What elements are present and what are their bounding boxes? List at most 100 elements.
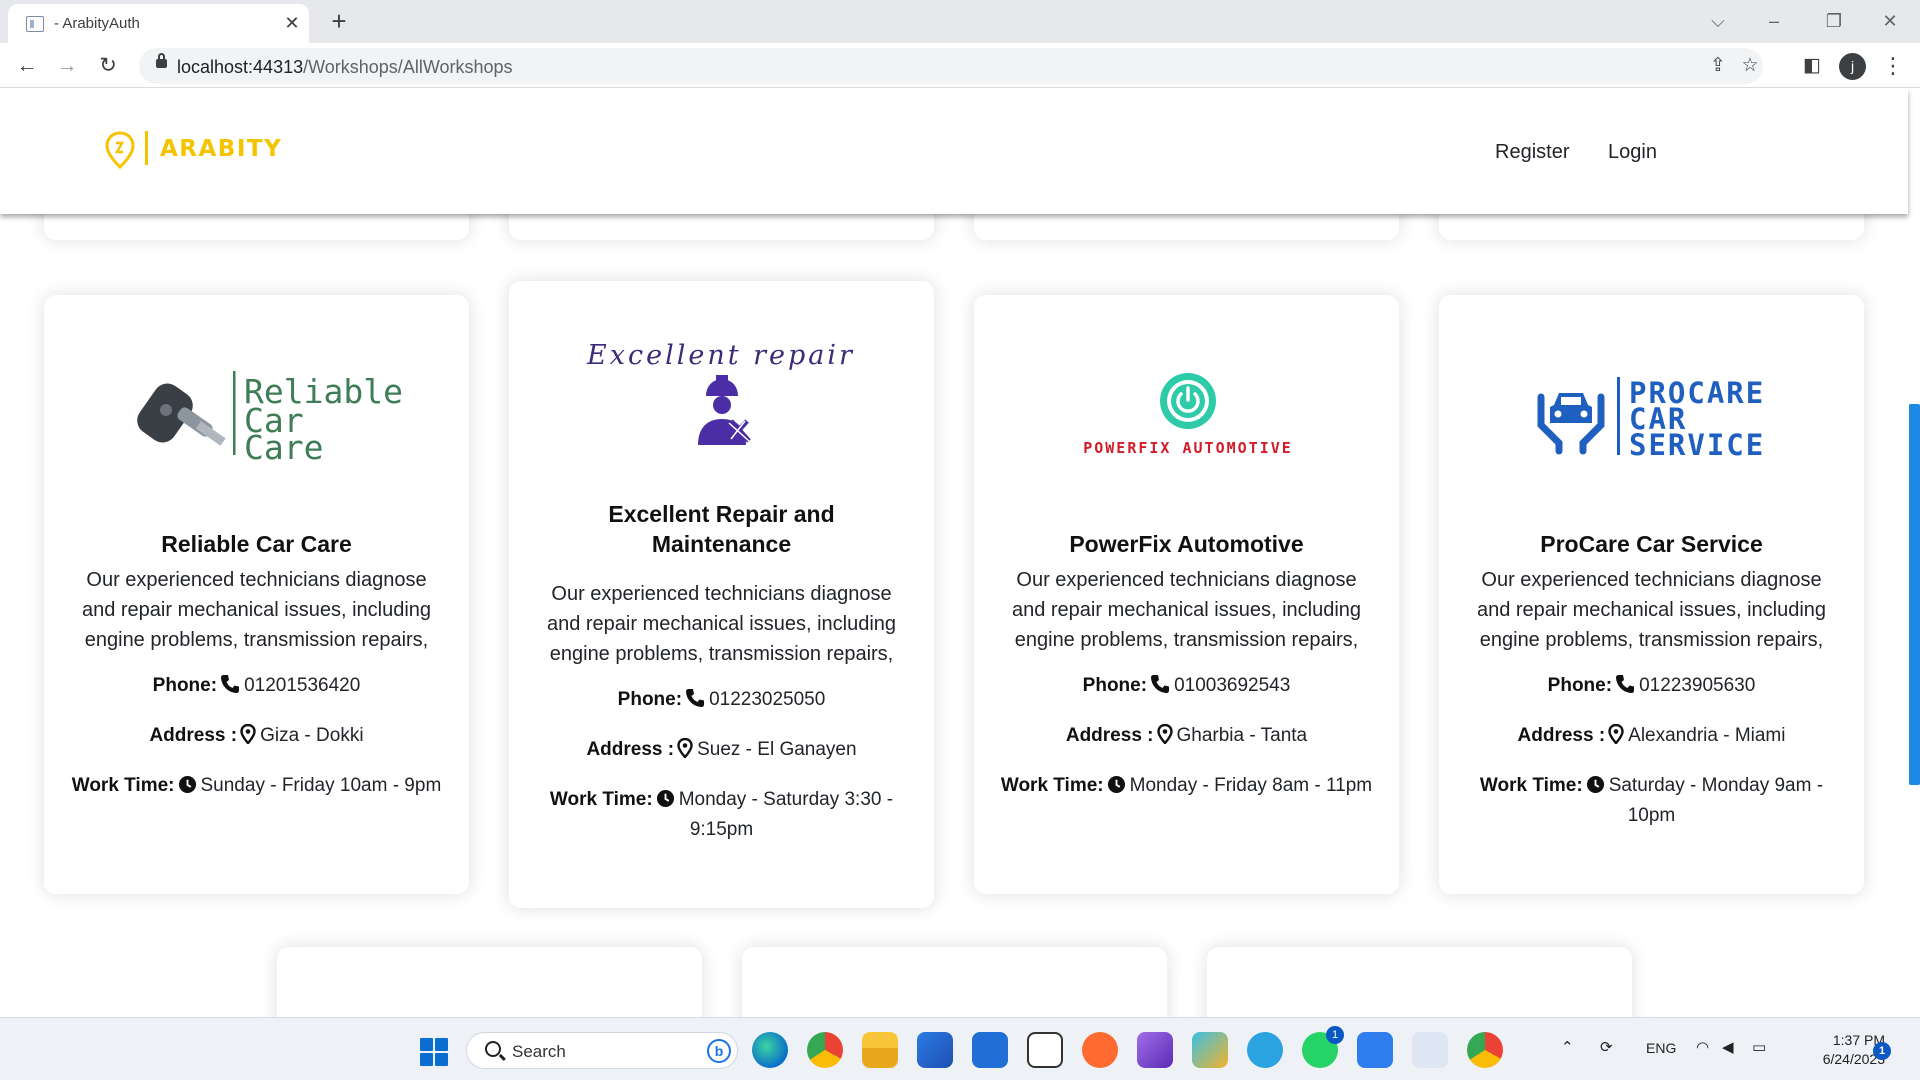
volume-icon[interactable]: ◀ xyxy=(1722,1038,1734,1056)
phone-icon xyxy=(1151,675,1170,693)
minimize-button[interactable]: – xyxy=(1751,6,1797,36)
url-text[interactable]: localhost:44313/Workshops/AllWorkshops xyxy=(177,57,513,78)
share-icon[interactable]: ⇪ xyxy=(1705,53,1731,79)
microsoft-store-icon[interactable] xyxy=(917,1032,953,1068)
sync-icon[interactable]: ⟳ xyxy=(1600,1038,1613,1056)
close-window-button[interactable]: ✕ xyxy=(1867,6,1913,36)
svg-text:Care: Care xyxy=(244,428,323,467)
reload-button[interactable]: ↻ xyxy=(94,52,122,80)
location-pin-icon xyxy=(240,724,256,744)
lock-icon[interactable] xyxy=(156,53,167,68)
workshop-phone: Phone: 01003692543 xyxy=(1082,675,1291,696)
windows-taskbar: Search b 1 ⌃ ⟳ ENG ◠ ◀ ▭ 1:37 PM 6/24/20… xyxy=(0,1017,1920,1080)
location-pin-icon xyxy=(1156,724,1173,744)
search-icon xyxy=(485,1041,501,1057)
workshop-logo: POWERFIX AUTOMOTIVE xyxy=(974,355,1399,495)
site-navbar: ARABITY Register Login xyxy=(0,89,1908,214)
browser-tabstrip: - ArabityAuth ✕ + ⌵ – ❐ ✕ xyxy=(0,0,1920,43)
workshop-phone: Phone: 01223025050 xyxy=(617,689,826,710)
workshop-phone: Phone: 01201536420 xyxy=(152,675,361,696)
back-button[interactable]: ← xyxy=(13,52,41,80)
page-scrollbar-thumb[interactable] xyxy=(1909,404,1920,785)
edge-browser-icon[interactable] xyxy=(752,1032,788,1068)
side-panel-icon[interactable]: ◧ xyxy=(1799,53,1825,79)
workshop-card-partial[interactable] xyxy=(742,947,1167,1017)
battery-icon[interactable]: ▭ xyxy=(1752,1038,1766,1056)
workshop-worktime: Work Time: Saturday - Monday 9am - 10pm xyxy=(1479,775,1824,826)
location-pin-icon xyxy=(1608,724,1624,744)
new-tab-button[interactable]: + xyxy=(324,7,354,37)
svg-text:SERVICE: SERVICE xyxy=(1629,428,1765,462)
workshop-card-partial[interactable] xyxy=(1207,947,1632,1017)
clock-icon xyxy=(178,775,196,794)
workshop-worktime: Work Time: Sunday - Friday 10am - 9pm xyxy=(71,775,442,796)
workshop-worktime: Work Time: Monday - Saturday 3:30 - 9:15p… xyxy=(549,789,894,840)
clock-icon xyxy=(656,789,674,808)
taskbar-search-box[interactable]: Search b xyxy=(466,1032,738,1069)
workshop-description: Our experienced technicians diagnose and… xyxy=(81,569,432,651)
logo-separator xyxy=(145,131,148,165)
notification-badge[interactable]: 1 xyxy=(1873,1042,1891,1060)
address-bar[interactable]: localhost:44313/Workshops/AllWorkshops ⇪… xyxy=(139,48,1763,84)
workshop-card-partial[interactable] xyxy=(277,947,702,1017)
windows-start-icon[interactable] xyxy=(420,1038,449,1067)
bing-icon[interactable]: b xyxy=(707,1039,731,1063)
location-pin-icon xyxy=(677,738,693,758)
workshop-card[interactable]: POWERFIX AUTOMOTIVE PowerFix Automotive … xyxy=(974,295,1399,894)
svg-text:POWERFIX AUTOMOTIVE: POWERFIX AUTOMOTIVE xyxy=(1083,439,1293,457)
blue-app-icon[interactable] xyxy=(1357,1032,1393,1068)
chrome-icon[interactable] xyxy=(807,1032,843,1068)
workshop-card[interactable]: Reliable Car Care Reliable Car Care Our … xyxy=(44,295,469,894)
page-viewport: ARABITY Register Login Reliable Car Care xyxy=(0,89,1920,1017)
workshop-logo: Reliable Car Care xyxy=(44,355,469,495)
phone-icon xyxy=(221,675,240,693)
visual-studio-icon[interactable] xyxy=(1137,1032,1173,1068)
tab-search-chevron-icon[interactable]: ⌵ xyxy=(1695,6,1741,36)
workshop-address: Address : Gharbia - Tanta xyxy=(1065,724,1308,746)
clock-time: 1:37 PM xyxy=(1832,1032,1885,1048)
workshop-name: PowerFix Automotive xyxy=(1069,531,1304,557)
page-favicon-icon xyxy=(26,16,44,32)
postman-icon[interactable] xyxy=(1082,1032,1118,1068)
network-tool-icon[interactable] xyxy=(1192,1032,1228,1068)
workshop-card[interactable]: PROCARE CAR SERVICE ProCare Car Service … xyxy=(1439,295,1864,894)
workshop-name: Reliable Car Care xyxy=(161,531,352,557)
whatsapp-icon[interactable]: 1 xyxy=(1302,1026,1344,1068)
forward-button[interactable]: → xyxy=(53,52,81,80)
workshop-phone: Phone: 01223905630 xyxy=(1547,675,1756,696)
language-indicator[interactable]: ENG xyxy=(1646,1040,1676,1056)
file-explorer-icon[interactable] xyxy=(862,1032,898,1068)
mechanic-worker-icon xyxy=(698,375,751,445)
brand-name: ARABITY xyxy=(160,136,283,162)
workshop-logo: PROCARE CAR SERVICE xyxy=(1439,355,1864,495)
browser-menu-icon[interactable]: ⋮ xyxy=(1882,52,1904,80)
workshop-description: Our experienced technicians diagnose and… xyxy=(546,583,897,665)
tray-overflow-icon[interactable]: ⌃ xyxy=(1561,1038,1574,1056)
phone-icon xyxy=(1616,675,1635,693)
login-link[interactable]: Login xyxy=(1608,141,1657,164)
taskbar-clock[interactable]: 1:37 PM 6/24/2023 xyxy=(1795,1031,1885,1069)
browser-toolbar: ← → ↻ localhost:44313/Workshops/AllWorks… xyxy=(0,43,1920,88)
register-link[interactable]: Register xyxy=(1495,141,1569,164)
workshop-logo: Excellent repair xyxy=(509,340,934,481)
profile-avatar[interactable]: j xyxy=(1839,53,1866,80)
mail-icon[interactable] xyxy=(972,1032,1008,1068)
bookmark-star-icon[interactable]: ☆ xyxy=(1737,53,1763,79)
pdf-editor-icon[interactable] xyxy=(1027,1032,1063,1068)
location-pin-logo-icon xyxy=(105,131,135,169)
browser-tab-active[interactable]: - ArabityAuth ✕ xyxy=(8,4,309,43)
workshop-address: Address : Alexandria - Miami xyxy=(1517,724,1786,746)
chrome-icon[interactable] xyxy=(1467,1032,1503,1068)
phone-icon xyxy=(686,689,705,707)
tab-close-icon[interactable]: ✕ xyxy=(280,11,304,35)
snipping-tool-icon[interactable] xyxy=(1412,1032,1448,1068)
workshop-address: Address : Suez - El Ganayen xyxy=(586,738,857,760)
telegram-icon[interactable] xyxy=(1247,1032,1283,1068)
clock-icon xyxy=(1586,775,1604,794)
clock-icon xyxy=(1107,775,1125,794)
wifi-icon[interactable]: ◠ xyxy=(1696,1038,1709,1056)
workshop-card[interactable]: Excellent repair Excellent Repair and Ma… xyxy=(509,281,934,908)
workshop-name: ProCare Car Service xyxy=(1540,531,1763,557)
taskbar-search-placeholder: Search xyxy=(512,1042,566,1061)
restore-button[interactable]: ❐ xyxy=(1811,6,1857,36)
